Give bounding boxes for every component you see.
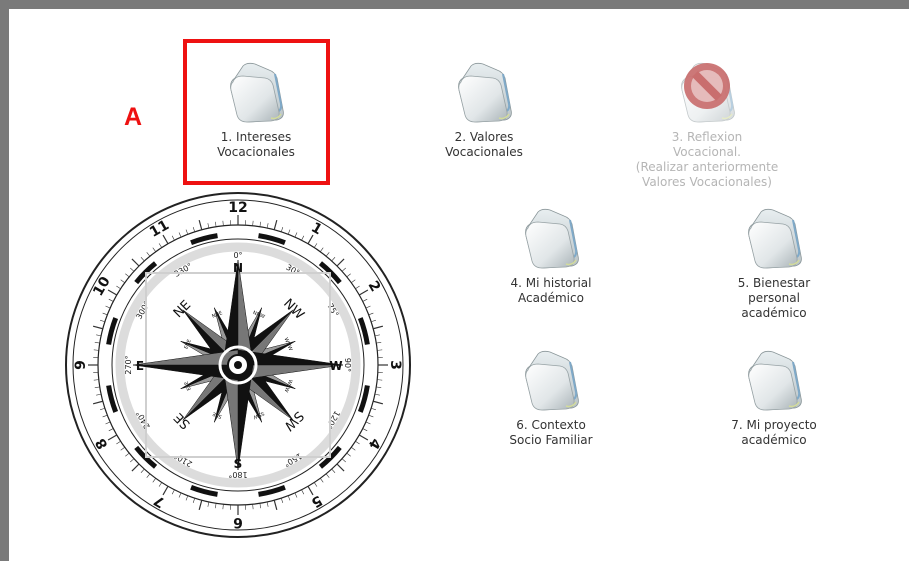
folder-label-contexto: 6. Contexto Socio Familiar xyxy=(509,418,593,447)
folder-label-proyecto: 7. Mi proyecto académico xyxy=(731,418,817,447)
folder-icon xyxy=(230,62,284,123)
compass-degree-label: 90° xyxy=(343,358,352,372)
folder-item-proyecto[interactable]: 7. Mi proyecto académico xyxy=(694,348,854,448)
folder-item-reflexion[interactable]: 3. Reflexion Vocacional. (Realizar anterio… xyxy=(627,60,787,190)
folder-label-reflexion: 3. Reflexion Vocacional. (Realizar anterio… xyxy=(635,130,779,189)
compass-hour-label: 12 xyxy=(228,200,247,216)
folder-icon xyxy=(525,208,579,269)
folder-label-intereses: 1. Intereses Vocacionales xyxy=(217,130,295,159)
compass-hour-label: 9 xyxy=(73,360,89,370)
no-entry-icon xyxy=(684,63,730,109)
folder-icon xyxy=(748,350,802,411)
folder-icon xyxy=(525,350,579,411)
folder-icon xyxy=(748,208,802,269)
compass-degree-label: 0° xyxy=(233,251,242,260)
compass-degree-label: 270° xyxy=(124,355,133,374)
folder-label-historial: 4. Mi historial Académico xyxy=(510,276,592,305)
folder-icon xyxy=(458,62,512,123)
compass-hour-label: 3 xyxy=(387,360,403,370)
folder-label-bienestar: 5. Bienestar personal académico xyxy=(737,276,811,320)
folder-item-intereses[interactable]: 1. Intereses Vocacionales xyxy=(176,60,336,160)
compass-rose-icon: 1212345678910110°30°75°90°120°150°180°21… xyxy=(65,192,411,538)
compass-degree-label: 180° xyxy=(228,470,247,479)
compass-hour-label: 6 xyxy=(233,514,243,530)
annotation-letter: A xyxy=(124,103,143,131)
compass-cardinal-label: N xyxy=(233,261,243,275)
compass-cardinal-label: S xyxy=(234,457,243,471)
compass-cardinal-label: E xyxy=(136,359,144,373)
folder-item-bienestar[interactable]: 5. Bienestar personal académico xyxy=(694,206,854,321)
folder-label-valores: 2. Valores Vocacionales xyxy=(445,130,523,159)
folder-item-valores[interactable]: 2. Valores Vocacionales xyxy=(404,60,564,160)
compass-cardinal-label: W xyxy=(329,359,342,373)
folder-item-historial[interactable]: 4. Mi historial Académico xyxy=(471,206,631,306)
compass-center-dot xyxy=(234,361,242,369)
folder-item-contexto[interactable]: 6. Contexto Socio Familiar xyxy=(471,348,631,448)
